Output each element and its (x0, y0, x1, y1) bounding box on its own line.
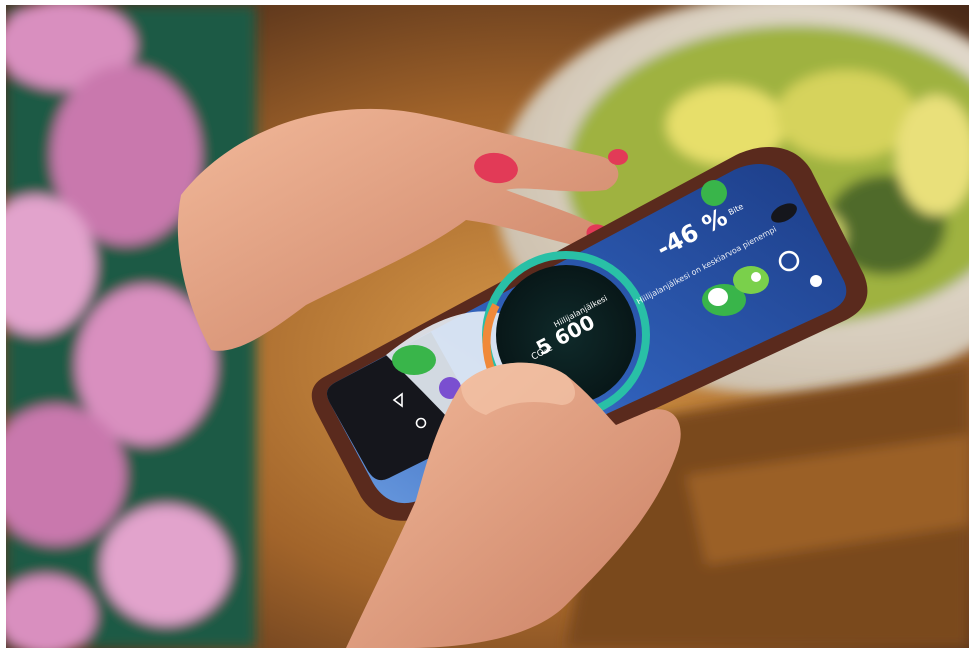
scene (6, 5, 969, 648)
leaf-icon (701, 180, 727, 206)
sun-icon[interactable] (810, 275, 822, 287)
photo: -46 % Hiilijalanjälkesi on keskiarvoa pi… (6, 5, 969, 648)
